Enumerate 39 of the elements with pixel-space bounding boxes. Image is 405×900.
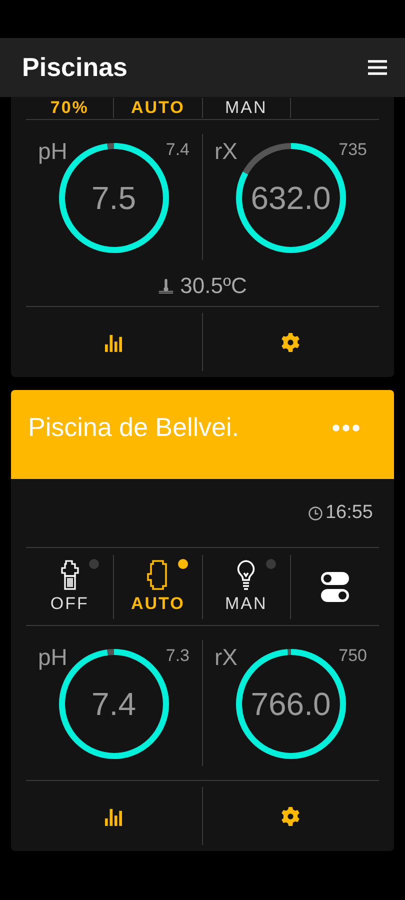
setpoint-value: 7.3 xyxy=(166,646,190,666)
clock-icon xyxy=(308,506,324,520)
pump-icon xyxy=(60,559,80,591)
gauge-value: 766.0 xyxy=(250,686,331,722)
mode-label: MAN xyxy=(224,98,268,118)
settings-icon[interactable] xyxy=(281,806,300,826)
mode-button[interactable]: 70% xyxy=(26,98,114,118)
mode-button[interactable]: MAN xyxy=(202,98,291,118)
menu-icon[interactable] xyxy=(368,60,387,75)
mode-label: AUTO xyxy=(130,594,185,614)
pool-name: Piscina de Bellvei. xyxy=(28,412,239,443)
mode-label: MAN xyxy=(224,594,268,614)
setpoint-value: 735 xyxy=(338,140,367,160)
gauge-label: pH xyxy=(38,644,68,671)
thermometer-icon xyxy=(158,278,174,294)
settings-icon[interactable] xyxy=(281,332,300,352)
mode-label: OFF xyxy=(50,594,89,614)
mode-label: AUTO xyxy=(130,98,185,118)
mode-button[interactable]: AUTO xyxy=(114,554,202,618)
gauge-value: 7.5 xyxy=(92,180,136,216)
app-title: Piscinas xyxy=(22,52,128,83)
mode-button[interactable]: AUTO xyxy=(114,98,202,118)
gauge-label: rX xyxy=(214,644,238,671)
setpoint-value: 7.4 xyxy=(166,140,190,160)
toggles-icon[interactable] xyxy=(320,572,349,602)
mode-label: 70% xyxy=(50,98,89,118)
lightbulb-icon xyxy=(235,559,258,591)
gauge-label: rX xyxy=(214,138,238,165)
gauge-label: pH xyxy=(38,138,68,165)
mode-button[interactable]: OFF xyxy=(26,554,114,618)
chart-icon[interactable] xyxy=(105,806,122,826)
gauge-value: 7.4 xyxy=(92,686,136,722)
motor-icon xyxy=(146,559,170,591)
chart-icon[interactable] xyxy=(105,332,122,352)
setpoint-value: 750 xyxy=(338,646,367,666)
gauge-value: 632.0 xyxy=(250,180,331,216)
mode-button[interactable]: MAN xyxy=(202,554,291,618)
time-label: 16:55 xyxy=(325,502,373,524)
temperature-value: 30.5ºC xyxy=(180,273,247,299)
